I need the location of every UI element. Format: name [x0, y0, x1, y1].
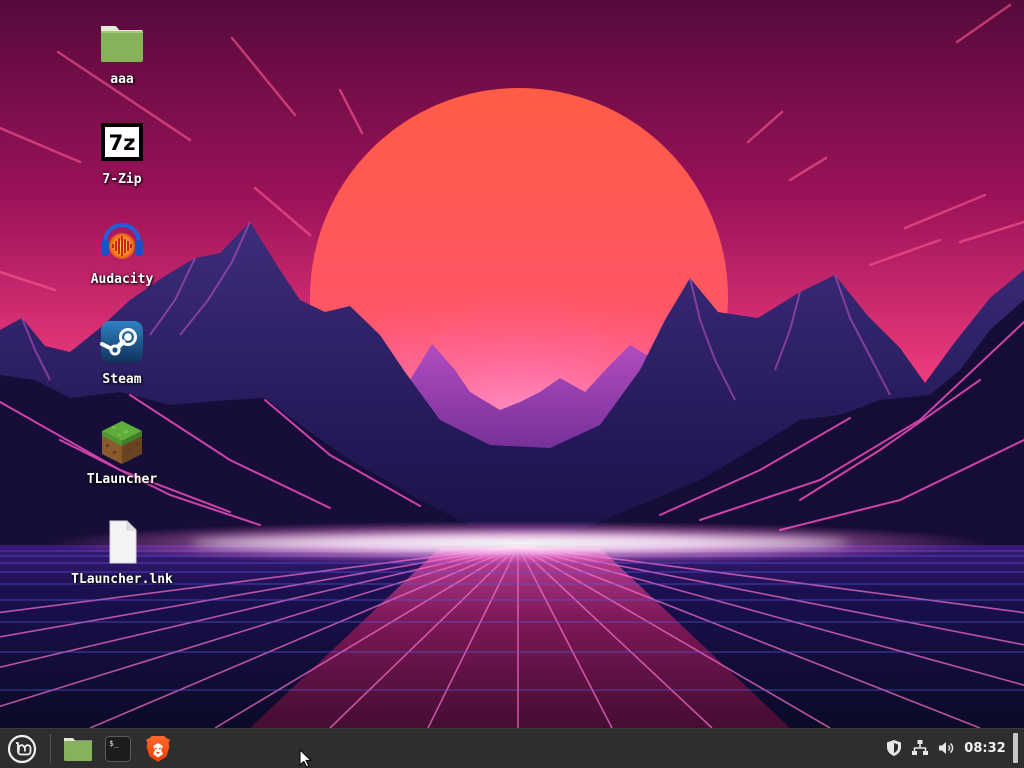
desktop-icon-steam[interactable]: Steam [62, 318, 182, 408]
volume-icon[interactable] [937, 739, 955, 757]
desktop-icon-tlauncher-lnk[interactable]: TLauncher.lnk [62, 518, 182, 608]
desktop-icon-label: Steam [102, 372, 142, 387]
desktop-icon-audacity[interactable]: Audacity [62, 218, 182, 308]
shield-icon[interactable] [885, 739, 903, 757]
desktop-icon-label: Audacity [90, 272, 154, 287]
launcher-brave[interactable] [140, 732, 176, 765]
terminal-prompt-glyph: $_ [109, 739, 119, 748]
terminal-icon: $_ [105, 735, 131, 762]
taskbar-clock[interactable]: 08:32 [962, 729, 1008, 768]
7zip-icon: 7z [101, 123, 143, 161]
desktop-icon-label: aaa [110, 72, 134, 87]
brave-browser-icon [146, 735, 170, 762]
show-desktop-button[interactable] [1013, 733, 1018, 763]
desktop-icon-label: 7-Zip [102, 172, 142, 187]
network-icon[interactable] [911, 739, 929, 757]
desktop-icon-aaa[interactable]: aaa [62, 18, 182, 108]
desktop-screen: aaa 7z 7-Zip Audacity Steam TLauncher TL… [0, 0, 1024, 768]
launcher-files[interactable] [60, 732, 96, 765]
7zip-logo-text: 7z [109, 131, 136, 155]
tlauncher-grass-block-icon [102, 421, 142, 464]
mouse-cursor-icon [299, 749, 312, 768]
desktop-icon-tlauncher[interactable]: TLauncher [62, 418, 182, 508]
launcher-terminal[interactable]: $_ [100, 732, 136, 765]
desktop-icon-label: TLauncher.lnk [71, 572, 173, 587]
wallpaper-horizon-line [190, 536, 850, 550]
desktop-icon-7zip[interactable]: 7z 7-Zip [62, 118, 182, 208]
audacity-icon [101, 223, 143, 259]
taskbar: $_ 08:32 [0, 728, 1024, 768]
steam-icon [100, 321, 143, 363]
menu-button[interactable] [4, 732, 40, 765]
linux-mint-menu-icon [7, 734, 37, 763]
desktop-icon-label: TLauncher [86, 472, 158, 487]
taskbar-separator [50, 734, 51, 763]
file-icon [109, 520, 137, 564]
folder-icon [101, 26, 143, 62]
desktop-icon-grid: aaa 7z 7-Zip Audacity Steam TLauncher TL… [62, 0, 182, 620]
folder-icon [64, 737, 92, 761]
